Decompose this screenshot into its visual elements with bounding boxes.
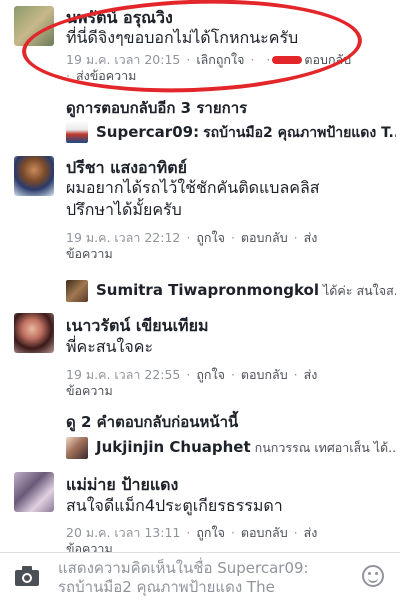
send-message-button[interactable]: ข้อความ (66, 383, 113, 398)
comment-meta-line2: ข้อความ (66, 382, 113, 400)
comment-time[interactable]: 19 ม.ค. เวลา 22:12 (66, 230, 180, 245)
avatar[interactable] (14, 472, 54, 512)
red-annotation-scribble (272, 56, 302, 64)
send-message-button[interactable]: ส่ง (304, 367, 318, 382)
reply-text: กนกวรรณ เทศอาเส็น ได้... (254, 440, 396, 455)
avatar[interactable] (14, 313, 54, 353)
avatar[interactable] (66, 437, 88, 459)
reply-button[interactable]: ตอบกลับ (241, 230, 288, 245)
comment-input[interactable]: แสดงความคิดเห็นในชื่อ Supercar09: รถบ้าน… (58, 559, 309, 597)
view-more-replies-link[interactable]: ดูการตอบกลับอีก 3 รายการ (66, 96, 247, 120)
like-button[interactable]: ถูกใจ (196, 367, 225, 382)
reply-author[interactable]: Jukjinjin Chuaphet (96, 438, 251, 456)
comment-text: ผมอยากได้รถไว้ใช้ชักคันติดแบลคลิส (66, 178, 320, 197)
reply-button[interactable]: ตอบกลับ (241, 525, 288, 540)
reply-text: รถบ้านมือ2 คุณภาพป้ายแดง T... (203, 125, 396, 141)
comment-composer: แสดงความคิดเห็นในชื่อ Supercar09: รถบ้าน… (0, 552, 400, 600)
comment-text: พี่คะสนใจคะ (66, 337, 154, 356)
camera-icon[interactable] (14, 565, 40, 587)
avatar[interactable] (14, 156, 54, 196)
send-message-button[interactable]: ข้อความ (66, 246, 113, 261)
reply-preview[interactable]: Supercar09: รถบ้านมือ2 คุณภาพป้ายแดง T... (66, 120, 396, 144)
reply-preview[interactable]: Sumitra Tiwapronmongkol ได้ค่ะ สนใจส... (66, 279, 396, 303)
send-message-button[interactable]: ส่ง (304, 525, 318, 540)
reply-text: ได้ค่ะ สนใจส... (323, 283, 396, 298)
send-message-button[interactable]: ส่ง (304, 230, 318, 245)
comment-text: ปรึกษาได้มั้ยครับ (66, 200, 182, 219)
reply-button[interactable]: ตอบกลับ (241, 367, 288, 382)
like-button[interactable]: ถูกใจ (196, 525, 225, 540)
comment-text: สนใจดีแม็ก4ประตูเกียรธรรมดา (66, 496, 283, 515)
reply-author[interactable]: Supercar09: (96, 123, 199, 141)
comment-time[interactable]: 19 ม.ค. เวลา 22:55 (66, 367, 180, 382)
avatar[interactable] (66, 121, 88, 143)
view-previous-replies-link[interactable]: ดู 2 คำตอบกลับก่อนหน้านี้ (66, 410, 238, 434)
like-button[interactable]: ถูกใจ (196, 230, 225, 245)
reply-author[interactable]: Sumitra Tiwapronmongkol (96, 281, 319, 299)
comment-meta-line2: ข้อความ (66, 245, 113, 263)
comment-time[interactable]: 20 ม.ค. เวลา 13:11 (66, 525, 180, 540)
comment-input-placeholder: รถบ้านมือ2 คุณภาพป้ายแดง The (58, 578, 275, 596)
avatar[interactable] (66, 280, 88, 302)
reply-preview[interactable]: Jukjinjin Chuaphet กนกวรรณ เทศอาเส็น ได้.… (66, 436, 396, 460)
emoji-icon[interactable] (362, 565, 384, 587)
comment-input-placeholder: แสดงความคิดเห็นในชื่อ Supercar09: (58, 559, 309, 577)
